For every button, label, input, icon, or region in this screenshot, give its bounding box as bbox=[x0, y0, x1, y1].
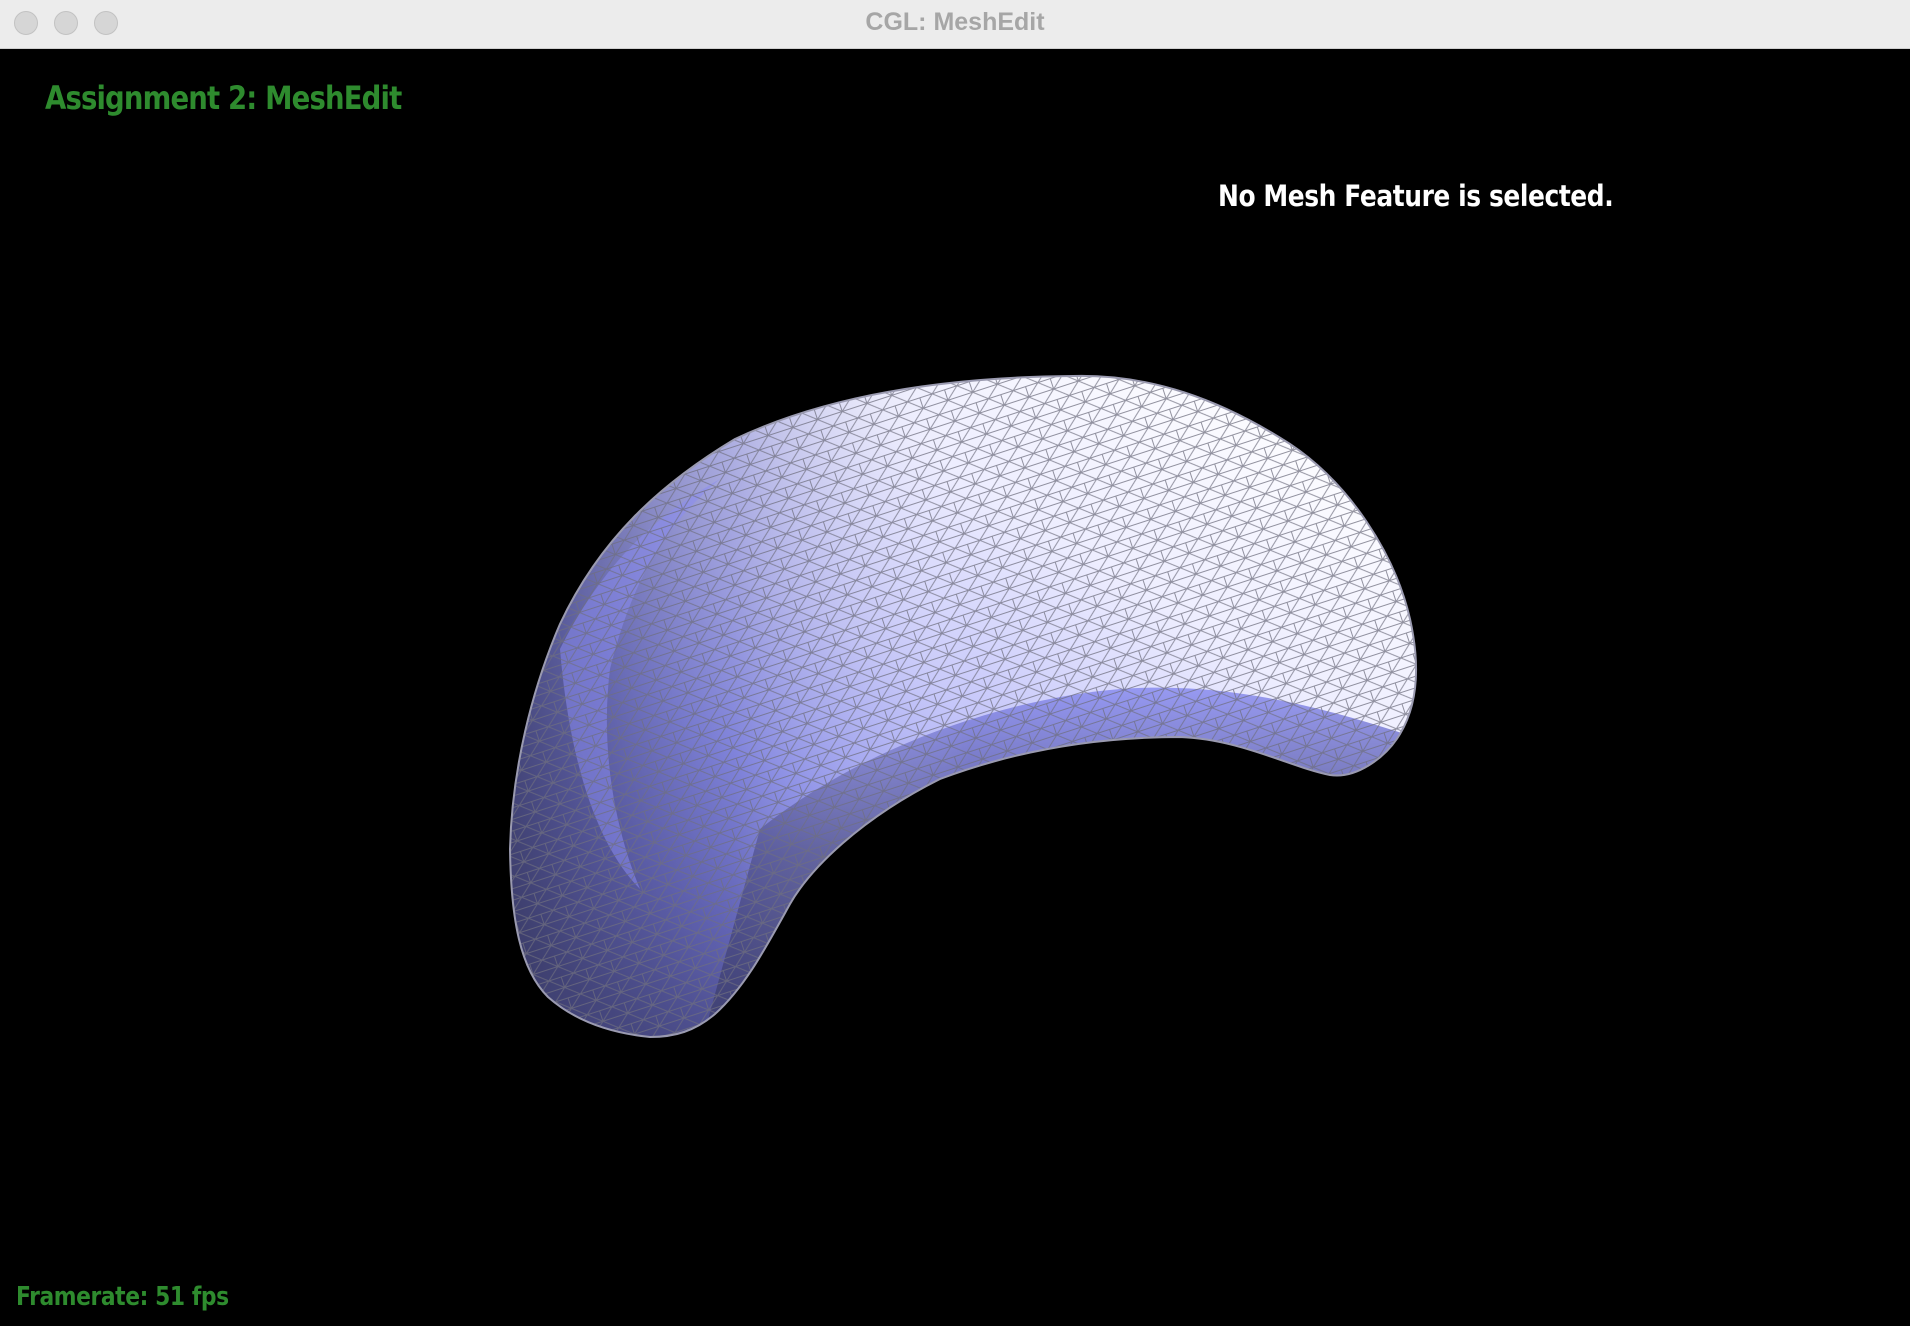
mesh-render[interactable] bbox=[0, 49, 1910, 1326]
mesh-surface bbox=[509, 374, 1417, 1038]
app-window: CGL: MeshEdit Assignment 2: MeshEdit No … bbox=[0, 0, 1910, 1326]
selection-status: No Mesh Feature is selected. bbox=[1218, 179, 1614, 213]
render-viewport[interactable]: Assignment 2: MeshEdit No Mesh Feature i… bbox=[0, 49, 1910, 1326]
app-title: Assignment 2: MeshEdit bbox=[45, 79, 402, 117]
framerate-readout: Framerate: 51 fps bbox=[16, 1282, 229, 1312]
window-title: CGL: MeshEdit bbox=[865, 8, 1045, 36]
title-bar[interactable]: CGL: MeshEdit bbox=[0, 0, 1910, 49]
